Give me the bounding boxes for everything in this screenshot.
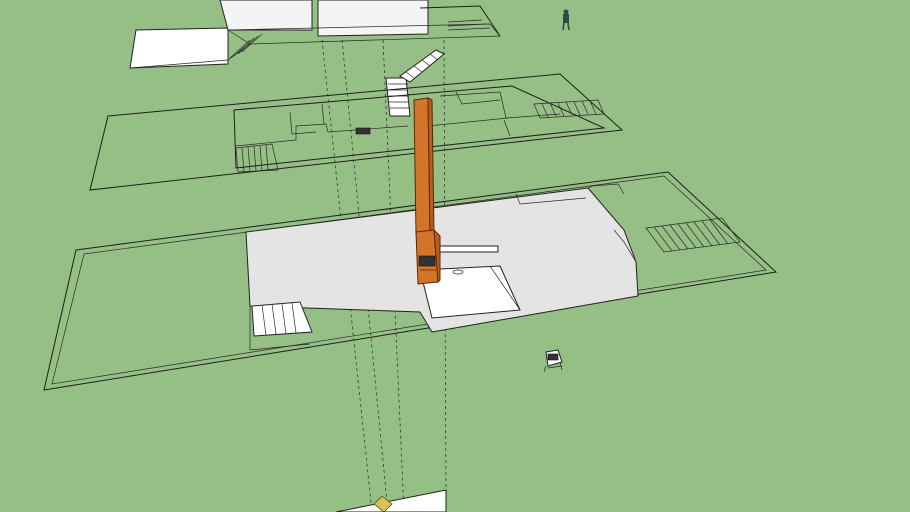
- stair-upper-flight: [399, 49, 445, 83]
- middle-wall: [235, 123, 409, 147]
- fireplace-opening: [418, 255, 436, 267]
- grill-object[interactable]: [543, 349, 563, 373]
- upper-wall-right: [317, 0, 429, 37]
- middle-room: [289, 111, 317, 135]
- upper-wall-left: [219, 0, 313, 31]
- chimney[interactable]: [413, 97, 441, 285]
- ground-counter: [437, 245, 499, 253]
- model-viewport[interactable]: [0, 0, 910, 512]
- ground-level[interactable]: [43, 171, 778, 391]
- middle-partition: [321, 103, 325, 125]
- bottom-structure[interactable]: [335, 489, 447, 512]
- upper-level[interactable]: [129, 0, 501, 69]
- person-figure[interactable]: [562, 9, 570, 31]
- chimney-stack: [413, 97, 431, 235]
- middle-fixture: [355, 127, 371, 135]
- upper-terrace: [129, 27, 229, 69]
- ground-steps-right: [645, 217, 741, 253]
- grill-top: [547, 353, 559, 361]
- middle-partition: [503, 119, 511, 137]
- middle-level[interactable]: [89, 73, 624, 191]
- model-scene: [43, 0, 778, 512]
- bottom-slab: [335, 489, 447, 512]
